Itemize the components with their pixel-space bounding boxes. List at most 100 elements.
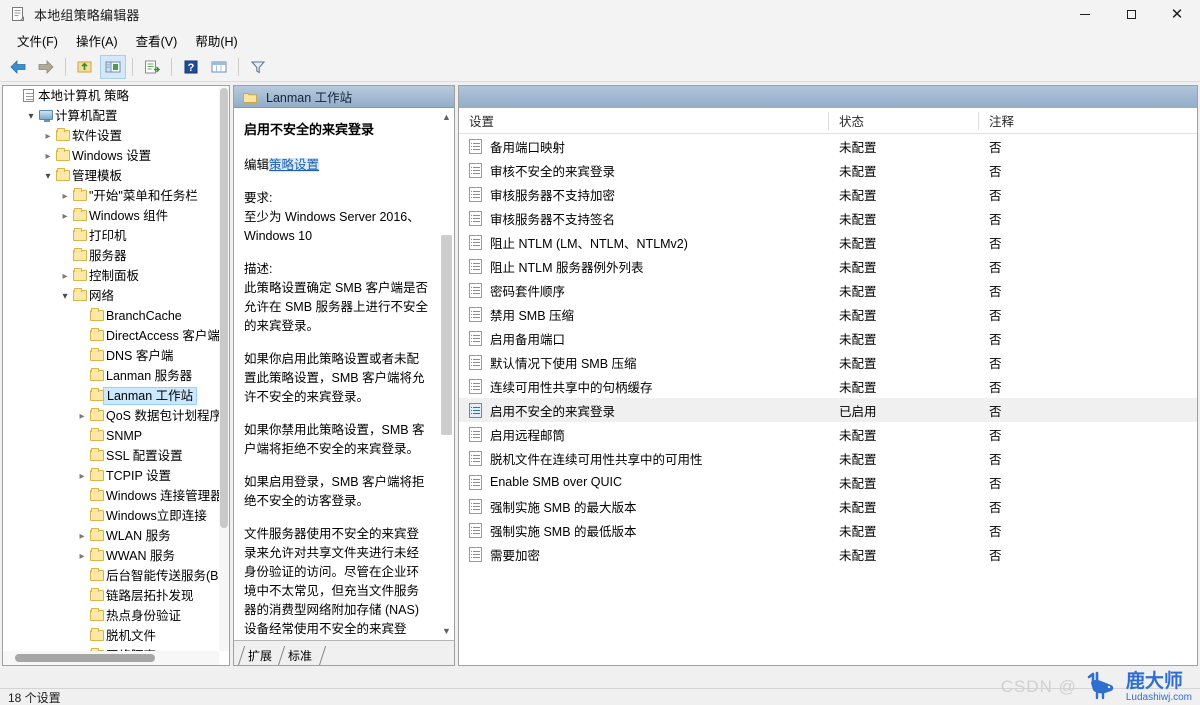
description-scroll-track[interactable] [439, 125, 454, 623]
maximize-button[interactable] [1108, 0, 1154, 28]
tree-item-4[interactable]: 管理模板 [3, 166, 219, 186]
filter-icon[interactable] [245, 55, 271, 79]
table-row[interactable]: 审核不安全的来宾登录 未配置 否 [459, 158, 1197, 182]
tab-extended-label: 扩展 [248, 649, 273, 663]
table-row[interactable]: 连续可用性共享中的句柄缓存 未配置 否 [459, 374, 1197, 398]
tree-item-15[interactable]: Lanman 工作站 [3, 386, 219, 406]
table-row[interactable]: 禁用 SMB 压缩 未配置 否 [459, 302, 1197, 326]
menu-help[interactable]: 帮助(H) [186, 28, 246, 53]
tree-item-18[interactable]: SSL 配置设置 [3, 446, 219, 466]
cell-setting: 审核服务器不支持加密 [459, 185, 829, 204]
tab-standard[interactable]: 标准 [278, 646, 321, 665]
cell-state: 未配置 [839, 476, 877, 491]
chevron-closed-icon[interactable] [58, 266, 72, 286]
settings-list[interactable]: 备用端口映射 未配置否审核不安全的来宾登录 未配置否审核服务器不支持加密 未配置否审核… [459, 134, 1197, 665]
chevron-closed-icon[interactable] [41, 146, 55, 166]
table-row[interactable]: 启用远程邮筒 未配置 否 [459, 422, 1197, 446]
export-list-icon[interactable] [139, 55, 165, 79]
description-header: Lanman 工作站 [234, 86, 454, 108]
cell-setting: 脱机文件在连续可用性共享中的可用性 [459, 449, 829, 468]
up-one-level-icon[interactable] [72, 55, 98, 79]
tree-vertical-scrollbar[interactable] [219, 86, 229, 651]
chevron-open-icon[interactable] [41, 166, 55, 186]
tree-item-3[interactable]: Windows 设置 [3, 146, 219, 166]
back-icon[interactable] [5, 55, 31, 79]
chevron-closed-icon[interactable] [58, 186, 72, 206]
tree-item-24[interactable]: 后台智能传送服务(BITS) [3, 566, 219, 586]
table-row[interactable]: 备用端口映射 未配置 否 [459, 134, 1197, 158]
tree-item-8[interactable]: 服务器 [3, 246, 219, 266]
table-row[interactable]: 启用备用端口 未配置 否 [459, 326, 1197, 350]
help-icon[interactable]: ? [178, 55, 204, 79]
description-scroll-thumb[interactable] [441, 235, 452, 435]
chevron-closed-icon[interactable] [75, 406, 89, 426]
tree-item-10[interactable]: 网络 [3, 286, 219, 306]
cell-comment: 否 [989, 212, 1002, 227]
chevron-closed-icon[interactable] [75, 546, 89, 566]
chevron-open-icon[interactable] [24, 106, 38, 126]
tree-item-12[interactable]: DirectAccess 客户端 [3, 326, 219, 346]
table-row[interactable]: 需要加密 未配置 否 [459, 542, 1197, 566]
show-hide-tree-icon[interactable] [100, 54, 126, 79]
cell-comment: 否 [989, 380, 1002, 395]
tree-item-1[interactable]: 计算机配置 [3, 106, 219, 126]
menu-file[interactable]: 文件(F) [8, 28, 67, 53]
tree-item-22[interactable]: WLAN 服务 [3, 526, 219, 546]
column-header-comment[interactable]: 注释 [979, 108, 1139, 134]
tree-item-0[interactable]: 本地计算机 策略 [3, 86, 219, 106]
table-row[interactable]: 审核服务器不支持签名 未配置 否 [459, 206, 1197, 230]
table-row[interactable]: 阻止 NTLM (LM、NTLM、NTLMv2) 未配置 否 [459, 230, 1197, 254]
tree-item-26[interactable]: 热点身份验证 [3, 606, 219, 626]
chevron-closed-icon[interactable] [75, 466, 89, 486]
forward-icon[interactable] [33, 55, 59, 79]
chevron-closed-icon[interactable] [58, 206, 72, 226]
table-row[interactable]: 脱机文件在连续可用性共享中的可用性 未配置 否 [459, 446, 1197, 470]
table-row[interactable]: Enable SMB over QUIC 未配置 否 [459, 470, 1197, 494]
tree-horizontal-scrollbar[interactable] [3, 651, 219, 665]
tree-item-7[interactable]: 打印机 [3, 226, 219, 246]
table-row[interactable]: 阻止 NTLM 服务器例外列表 未配置 否 [459, 254, 1197, 278]
table-row[interactable]: 强制实施 SMB 的最大版本 未配置 否 [459, 494, 1197, 518]
chevron-open-icon[interactable] [58, 286, 72, 306]
chevron-closed-icon[interactable] [41, 126, 55, 146]
tree-item-19[interactable]: TCPIP 设置 [3, 466, 219, 486]
console-tree[interactable]: 本地计算机 策略计算机配置软件设置 Windows 设置管理模板 "开始"菜单和任务… [3, 86, 219, 651]
description-scrollbar[interactable]: ▲ ▼ [439, 109, 454, 639]
table-row[interactable]: 强制实施 SMB 的最低版本 未配置 否 [459, 518, 1197, 542]
menu-view[interactable]: 查看(V) [127, 28, 187, 53]
tree-item-2[interactable]: 软件设置 [3, 126, 219, 146]
tree-vscroll-thumb[interactable] [220, 88, 228, 528]
tab-extended[interactable]: 扩展 [238, 646, 281, 665]
tree-item-20[interactable]: Windows 连接管理器 [3, 486, 219, 506]
window-title: 本地组策略编辑器 [34, 7, 140, 23]
tree-item-25[interactable]: 链路层拓扑发现 [3, 586, 219, 606]
table-row[interactable]: 密码套件顺序 未配置 否 [459, 278, 1197, 302]
cell-state: 未配置 [839, 332, 877, 347]
tree-item-21[interactable]: Windows立即连接 [3, 506, 219, 526]
tree-item-16[interactable]: QoS 数据包计划程序 [3, 406, 219, 426]
table-row[interactable]: 审核服务器不支持加密 未配置 否 [459, 182, 1197, 206]
edit-policy-setting-link[interactable]: 策略设置 [269, 158, 320, 172]
minimize-button[interactable] [1062, 0, 1108, 28]
tree-item-9[interactable]: 控制面板 [3, 266, 219, 286]
chevron-closed-icon[interactable] [75, 526, 89, 546]
menu-action[interactable]: 操作(A) [67, 28, 127, 53]
tree-item-23[interactable]: WWAN 服务 [3, 546, 219, 566]
column-header-state[interactable]: 状态 [829, 108, 979, 134]
tree-item-13[interactable]: DNS 客户端 [3, 346, 219, 366]
tree-item-17[interactable]: SNMP [3, 426, 219, 446]
tree-item-6[interactable]: Windows 组件 [3, 206, 219, 226]
scroll-down-icon[interactable]: ▼ [439, 623, 454, 639]
tree-item-5[interactable]: "开始"菜单和任务栏 [3, 186, 219, 206]
view-icon[interactable] [206, 55, 232, 79]
tree-hscroll-thumb[interactable] [15, 654, 155, 662]
scroll-up-icon[interactable]: ▲ [439, 109, 454, 125]
table-row[interactable]: 启用不安全的来宾登录 已启用 否 [459, 398, 1197, 422]
table-row[interactable]: 默认情况下使用 SMB 压缩 未配置 否 [459, 350, 1197, 374]
tree-item-14[interactable]: Lanman 服务器 [3, 366, 219, 386]
close-button[interactable]: ✕ [1154, 0, 1200, 28]
column-header-setting[interactable]: 设置 [459, 108, 829, 134]
tree-item-27[interactable]: 脱机文件 [3, 626, 219, 646]
tree-item-11[interactable]: BranchCache [3, 306, 219, 326]
